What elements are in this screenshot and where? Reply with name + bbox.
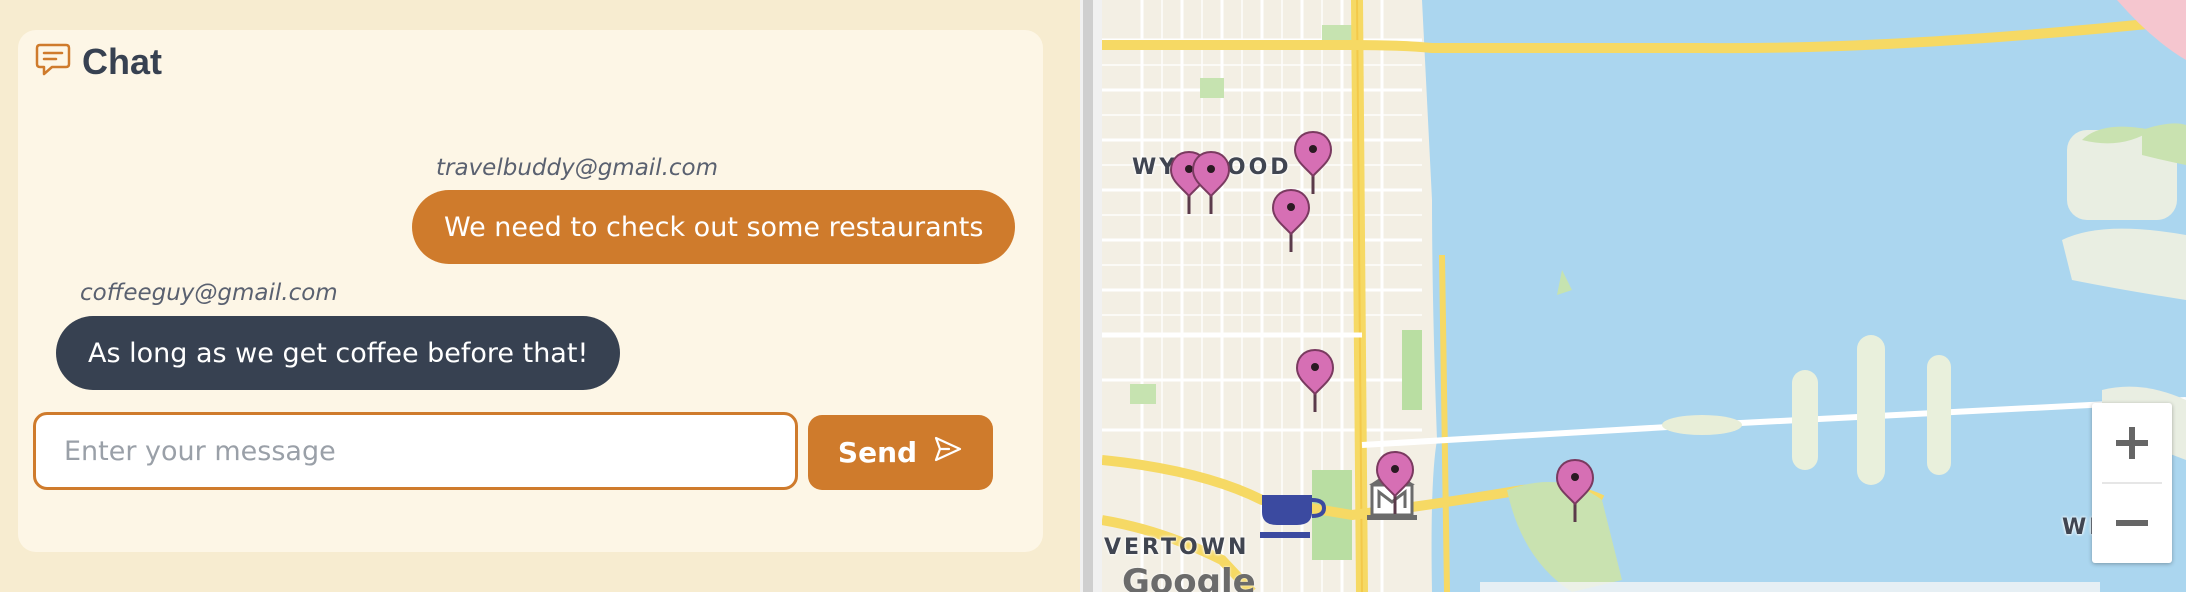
map-view[interactable]: WYNWOOD VERTOWN WE Google [1102,0,2186,592]
message-input[interactable] [33,412,798,490]
plus-icon [2116,427,2148,459]
map-pin-icon[interactable] [1270,188,1312,254]
map-tiles [1102,0,2186,592]
google-logo: Google [1122,562,1256,592]
resize-handle[interactable] [1083,0,1093,592]
zoom-out-button[interactable] [2092,483,2172,563]
map-pin-icon[interactable] [1190,150,1232,216]
zoom-in-button[interactable] [2092,403,2172,483]
minus-icon [2116,520,2148,526]
message-bubble-own: We need to check out some restaurants [412,190,1016,264]
message-sender: travelbuddy@gmail.com [436,155,719,181]
map-pin-icon[interactable] [1374,450,1416,516]
chat-header: Chat [34,40,162,83]
map-attribution[interactable] [1480,582,2100,592]
send-label: Send [837,436,918,469]
map-label-overtown: VERTOWN [1104,535,1250,560]
chat-panel: Chat travelbuddy@gmail.com We need to ch… [0,0,1080,592]
map-pin-icon[interactable] [1554,458,1596,524]
chat-bubble-icon [34,40,72,83]
send-button[interactable]: Send [808,415,993,490]
zoom-control [2092,403,2172,563]
message-bubble-other: As long as we get coffee before that! [56,316,621,390]
message-sender: coffeeguy@gmail.com [80,280,338,306]
map-pin-icon[interactable] [1294,348,1336,414]
map-pin-icon[interactable] [1292,130,1334,196]
paper-plane-icon [933,434,963,471]
chat-title: Chat [82,40,162,82]
